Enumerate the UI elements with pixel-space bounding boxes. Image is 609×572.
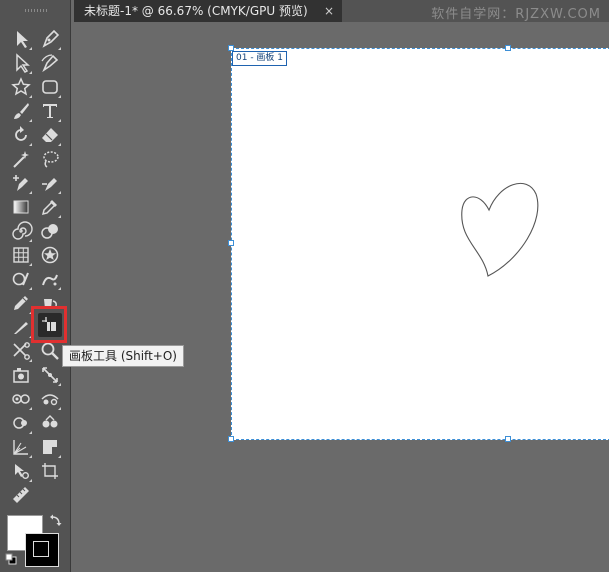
document-tab-title: 未标题-1* @ 66.67% (CMYK/GPU 预览) [84, 4, 308, 18]
knife-icon [14, 322, 28, 334]
artboard-handle-middle-left[interactable] [228, 240, 234, 246]
warp-icon [12, 394, 30, 404]
artboard-handle-bottom-left[interactable] [228, 436, 234, 442]
rotate-tool[interactable] [9, 123, 33, 147]
artboard-label[interactable]: 01 - 画板 1 [232, 51, 288, 66]
graph-tool[interactable] [9, 435, 33, 459]
rectangle-tool[interactable] [38, 75, 62, 99]
bucket-icon [44, 299, 57, 309]
scissors-tool[interactable] [9, 339, 33, 363]
curvature-pen-icon [41, 54, 59, 73]
magnifier-icon [41, 342, 59, 360]
pencil-icon [14, 296, 28, 310]
reflect-tool[interactable] [9, 411, 33, 435]
direct-selection-tool[interactable] [9, 51, 33, 75]
artboard-handle-top-center[interactable] [505, 45, 511, 51]
blend-tool[interactable] [38, 219, 62, 243]
type-tool[interactable] [38, 99, 62, 123]
heart-shape[interactable] [455, 180, 545, 285]
pucker-icon [41, 394, 59, 406]
grid-icon [13, 247, 29, 263]
rotate-icon [15, 126, 27, 141]
bloat-icon [42, 415, 58, 428]
scale-icon [42, 367, 58, 383]
pen-tool[interactable] [38, 27, 62, 51]
tab-bar: 软件自学网：RJZXW.COM [342, 0, 609, 22]
zoom-tool[interactable] [38, 339, 62, 363]
eraser-tool[interactable] [38, 123, 62, 147]
live-paint-tool[interactable] [38, 291, 62, 315]
bloat-tool[interactable] [38, 411, 62, 435]
perspective-tool[interactable] [9, 363, 33, 387]
shape-builder-icon [12, 272, 29, 286]
type-icon [43, 104, 57, 118]
gradient-icon [13, 200, 29, 214]
hollow-arrow-icon [16, 53, 30, 73]
lasso-tool[interactable] [38, 147, 62, 171]
spiral-icon [12, 221, 33, 240]
gradient-tool[interactable] [9, 195, 33, 219]
rounded-rect-icon [42, 80, 58, 94]
symbol-sprayer-tool[interactable] [38, 267, 62, 291]
pen-icon [42, 29, 60, 48]
curvature-tool[interactable] [38, 51, 62, 75]
warp-tool[interactable] [9, 387, 33, 411]
pencil-tool[interactable] [9, 291, 33, 315]
symbol-icon [41, 246, 59, 264]
spray-icon [42, 274, 58, 286]
default-colors-icon[interactable] [5, 553, 17, 565]
color-swatches [5, 513, 65, 569]
star-tool[interactable] [9, 75, 33, 99]
slice-tool[interactable] [38, 435, 62, 459]
lasso-icon [43, 151, 59, 168]
symbol-tool[interactable] [38, 243, 62, 267]
document-tab[interactable]: 未标题-1* @ 66.67% (CMYK/GPU 预览) × [74, 0, 342, 22]
tooltip: 画板工具 (Shift+O) [62, 345, 184, 367]
width-icon [42, 178, 57, 191]
selection-tool[interactable] [9, 27, 33, 51]
twirl-tool[interactable] [9, 219, 33, 243]
artboard-tool[interactable] [38, 313, 62, 337]
tools-panel [0, 0, 71, 572]
arrow-icon [17, 31, 28, 48]
puppet-icon [15, 464, 29, 479]
artboard-handle-bottom-center[interactable] [505, 436, 511, 442]
crop-tool[interactable] [38, 459, 62, 483]
eraser-icon [42, 128, 58, 142]
scissors-icon [13, 342, 30, 360]
swap-colors-icon[interactable] [49, 513, 63, 527]
eyedropper-icon [41, 200, 57, 216]
ruler-icon [13, 487, 29, 503]
artboard[interactable] [231, 48, 609, 440]
paintbrush-tool[interactable] [9, 99, 33, 123]
ruler-tool[interactable] [9, 483, 33, 507]
knife-tool[interactable] [9, 315, 33, 339]
magic-wand-icon [13, 151, 29, 168]
anchor-point-tool[interactable] [9, 171, 33, 195]
reflect-icon [13, 417, 27, 429]
flag-icon [43, 440, 57, 454]
page-icon [42, 463, 58, 479]
artboard-icon [42, 317, 56, 331]
width-tool[interactable] [38, 171, 62, 195]
mesh-tool[interactable] [9, 243, 33, 267]
artboard-handle-top-left[interactable] [228, 45, 234, 51]
panel-grip[interactable] [25, 9, 47, 12]
stroke-color-swatch[interactable] [25, 533, 59, 567]
camera-icon [13, 368, 29, 383]
pucker-tool[interactable] [38, 387, 62, 411]
magic-wand-tool[interactable] [9, 147, 33, 171]
brush-icon [14, 103, 29, 119]
blend-icon [41, 224, 58, 239]
anchor-plus-icon [13, 175, 28, 191]
scale-tool[interactable] [38, 363, 62, 387]
eyedropper-tool[interactable] [38, 195, 62, 219]
graph-icon [13, 440, 28, 455]
star-icon [11, 77, 31, 96]
shape-builder-tool[interactable] [9, 267, 33, 291]
watermark-text: 软件自学网：RJZXW.COM [431, 7, 601, 22]
puppet-warp-tool[interactable] [9, 459, 33, 483]
close-icon[interactable]: × [324, 0, 334, 22]
